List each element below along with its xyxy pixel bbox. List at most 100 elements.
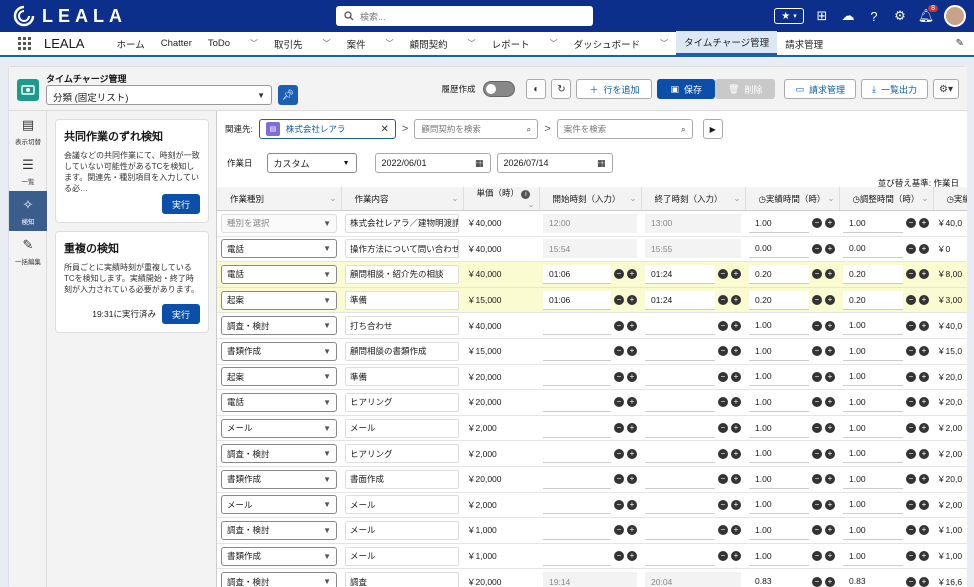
work-content-field[interactable]: 顧問相談・紹介先の相談	[345, 264, 459, 284]
adjust-hours-field[interactable]: 1.00	[843, 341, 903, 361]
start-time-field[interactable]: 01:06	[543, 264, 611, 284]
adjust-hours-field[interactable]: 1.00	[843, 418, 903, 438]
minus-icon[interactable]: −	[718, 371, 728, 382]
nav-item-3[interactable]: 取引先 ﹀	[266, 31, 339, 56]
plus-icon[interactable]: +	[919, 551, 929, 562]
minus-icon[interactable]: −	[614, 346, 624, 357]
minus-icon[interactable]: −	[614, 499, 624, 510]
adjust-hours-field[interactable]: 1.00	[843, 392, 903, 412]
actual-hours-field[interactable]: 1.00	[749, 341, 809, 361]
end-time-field[interactable]: 01:24	[645, 264, 715, 284]
work-content-field[interactable]: メール	[345, 546, 459, 566]
work-type-select[interactable]: メール ▼	[221, 495, 337, 515]
minus-icon[interactable]: −	[906, 499, 916, 510]
adjust-hours-field[interactable]: 0.20	[843, 264, 903, 284]
case-search-input[interactable]: 案件を検索 ⌕	[556, 119, 693, 139]
work-type-select[interactable]: 書類作成 ▼	[221, 546, 337, 566]
start-time-field[interactable]	[543, 418, 611, 438]
adjust-hours-field[interactable]: 1.00	[843, 444, 903, 464]
actual-hours-field[interactable]: 1.00	[749, 520, 809, 540]
nav-item-8[interactable]: タイムチャージ管理	[676, 31, 778, 56]
start-time-field[interactable]	[543, 341, 611, 361]
adjust-hours-field[interactable]: 1.00	[843, 469, 903, 489]
leftnav-item-3[interactable]: ✎ 一括編集	[9, 231, 47, 271]
add-row-button[interactable]: ＋ 行を追加	[576, 79, 653, 99]
work-content-field[interactable]: ヒアリング	[345, 444, 459, 464]
nav-item-7[interactable]: ダッシュボード ﹀	[566, 31, 677, 56]
end-time-field[interactable]	[645, 418, 715, 438]
minus-icon[interactable]: −	[812, 499, 822, 510]
plus-icon[interactable]: +	[627, 295, 637, 306]
minus-icon[interactable]: −	[718, 474, 728, 485]
plus-icon[interactable]: +	[627, 320, 637, 331]
minus-icon[interactable]: −	[812, 218, 822, 229]
billing-button[interactable]: ▭ 請求管理	[784, 79, 856, 99]
actual-hours-field[interactable]: 1.00	[749, 444, 809, 464]
work-type-select[interactable]: 起案 ▼	[221, 290, 337, 310]
actual-hours-field[interactable]: 1.00	[749, 367, 809, 387]
actual-hours-field[interactable]: 1.00	[749, 495, 809, 515]
plus-icon[interactable]: +	[919, 499, 929, 510]
duplicate-detect-run-button[interactable]: 実行	[162, 304, 200, 324]
plus-icon[interactable]: +	[919, 397, 929, 408]
minus-icon[interactable]: −	[718, 269, 728, 280]
pin-button[interactable]: 📌︎	[278, 85, 298, 105]
plus-icon[interactable]: +	[731, 474, 741, 485]
edit-nav-icon[interactable]: ✎	[956, 38, 964, 49]
minus-icon[interactable]: −	[906, 423, 916, 434]
start-time-field[interactable]	[543, 495, 611, 515]
minus-icon[interactable]: −	[812, 448, 822, 459]
plus-icon[interactable]: +	[627, 269, 637, 280]
work-type-select[interactable]: 起案 ▼	[221, 367, 337, 387]
start-time-field[interactable]	[543, 546, 611, 566]
leftnav-item-2[interactable]: ✧ 検知	[9, 191, 47, 231]
actual-hours-field[interactable]: 1.00	[749, 213, 809, 233]
chevron-down-icon[interactable]: ﹀	[386, 38, 394, 49]
work-type-select[interactable]: 書類作成 ▼	[221, 469, 337, 489]
actual-hours-field[interactable]: 1.00	[749, 392, 809, 412]
date-to-input[interactable]: 2026/07/14 ▦	[496, 153, 613, 173]
plus-icon[interactable]: +	[627, 371, 637, 382]
minus-icon[interactable]: −	[906, 346, 916, 357]
minus-icon[interactable]: −	[812, 243, 822, 254]
chevron-down-icon[interactable]: ﹀	[323, 38, 331, 49]
work-content-field[interactable]: 準備	[345, 367, 459, 387]
adjust-hours-field[interactable]: 0.20	[843, 290, 903, 310]
view-select[interactable]: 分類 (固定リスト) ▼	[46, 85, 272, 105]
start-time-field[interactable]	[543, 392, 611, 412]
history-toggle[interactable]	[483, 81, 516, 97]
plus-icon[interactable]: +	[731, 269, 741, 280]
minus-icon[interactable]: −	[614, 423, 624, 434]
actual-hours-field[interactable]: 1.00	[749, 418, 809, 438]
work-type-select[interactable]: 電話 ▼	[221, 239, 337, 259]
column-header-1[interactable]: 作業内容 ⌄	[341, 187, 464, 211]
end-time-field[interactable]	[645, 341, 715, 361]
minus-icon[interactable]: −	[614, 474, 624, 485]
end-time-field[interactable]: 01:24	[645, 290, 715, 310]
start-time-field[interactable]: 01:06	[543, 290, 611, 310]
work-content-field[interactable]: 準備	[345, 290, 459, 310]
work-content-field[interactable]: 書面作成	[345, 469, 459, 489]
end-time-field[interactable]	[645, 367, 715, 387]
plus-icon[interactable]: +	[919, 269, 929, 280]
minus-icon[interactable]: −	[906, 397, 916, 408]
plus-icon[interactable]: +	[825, 397, 835, 408]
plus-icon[interactable]: +	[627, 499, 637, 510]
work-content-field[interactable]: メール	[345, 495, 459, 515]
work-content-field[interactable]: メール	[345, 418, 459, 438]
plus-icon[interactable]: +	[825, 371, 835, 382]
minus-icon[interactable]: −	[718, 423, 728, 434]
minus-icon[interactable]: −	[812, 397, 822, 408]
minus-icon[interactable]: −	[906, 576, 916, 587]
minus-icon[interactable]: −	[718, 346, 728, 357]
work-type-select[interactable]: 調査・検討 ▼	[221, 444, 337, 464]
column-header-0[interactable]: 作業種別 ⌄	[217, 187, 342, 211]
plus-icon[interactable]: +	[731, 448, 741, 459]
global-search-input[interactable]: 検索...	[336, 6, 593, 26]
minus-icon[interactable]: −	[614, 551, 624, 562]
plus-icon[interactable]: +	[627, 551, 637, 562]
plus-icon[interactable]: +	[627, 397, 637, 408]
end-time-field[interactable]	[645, 495, 715, 515]
work-content-field[interactable]: 調査	[345, 572, 459, 587]
collab-detect-run-button[interactable]: 実行	[162, 194, 200, 214]
